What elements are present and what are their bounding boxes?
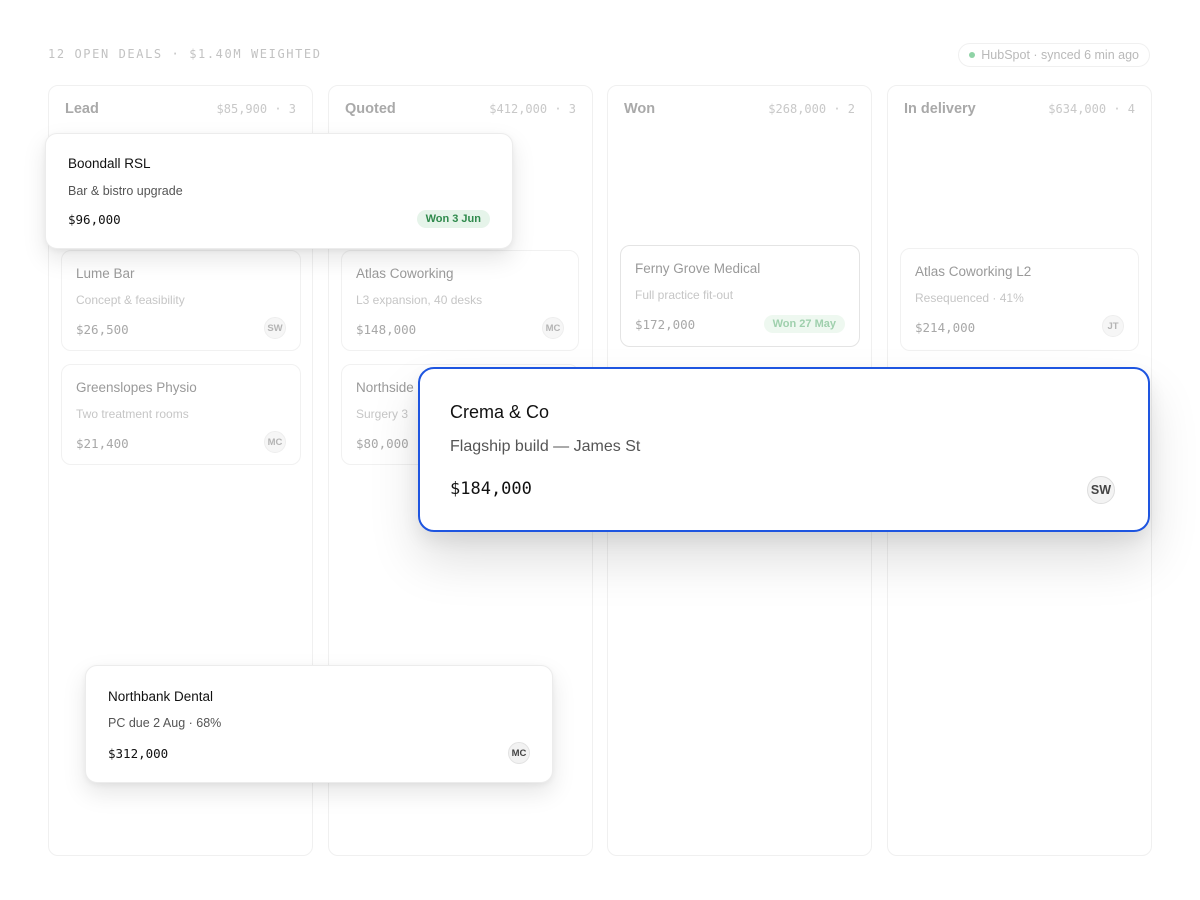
column-meta: $85,900 · 3 (216, 102, 296, 116)
deal-card[interactable]: Lume Bar Concept & feasibility $26,500 S… (61, 250, 301, 351)
owner-avatar[interactable]: MC (508, 742, 530, 764)
deal-name: Atlas Coworking L2 (915, 264, 1032, 279)
deal-description: Resequenced · 41% (915, 291, 1024, 305)
owner-avatar[interactable]: SW (1087, 476, 1115, 504)
deal-card[interactable]: Ferny Grove Medical Full practice fit-ou… (620, 245, 860, 347)
deal-description: Bar & bistro upgrade (68, 184, 183, 198)
column-meta: $634,000 · 4 (1048, 102, 1135, 116)
column-title: Lead (65, 101, 99, 117)
deal-name: Greenslopes Physio (76, 380, 197, 395)
deal-amount: $312,000 (108, 746, 169, 761)
deal-description: Concept & feasibility (76, 293, 185, 307)
deal-amount: $21,400 (76, 436, 129, 451)
sync-status-dot-icon (969, 52, 976, 58)
column-title: In delivery (904, 101, 976, 117)
deal-card[interactable]: Greenslopes Physio Two treatment rooms $… (61, 364, 301, 465)
deal-amount: $26,500 (76, 322, 129, 337)
deal-description: Full practice fit-out (635, 288, 734, 302)
won-badge: Won 3 Jun (416, 210, 490, 228)
owner-avatar[interactable]: MC (542, 317, 564, 339)
deal-description: Flagship build — James St (450, 438, 641, 455)
deal-description: Two treatment rooms (76, 407, 189, 421)
deal-card[interactable]: Atlas Coworking L3 expansion, 40 desks $… (341, 250, 579, 351)
deal-name: Northbank Dental (108, 689, 214, 704)
deal-amount: $96,000 (68, 212, 121, 227)
deal-name: Boondall RSL (68, 156, 151, 171)
deal-name: Atlas Coworking (356, 266, 454, 281)
owner-avatar[interactable]: SW (264, 317, 286, 339)
pipeline-summary: 12 OPEN DEALS · $1.40M WEIGHTED (48, 47, 322, 61)
deal-amount: $172,000 (635, 317, 696, 332)
deal-amount: $80,000 (356, 436, 409, 451)
column-title: Quoted (345, 101, 396, 117)
deal-name: Northside (356, 380, 414, 395)
deal-amount: $148,000 (356, 322, 417, 337)
owner-avatar[interactable]: JT (1102, 315, 1124, 337)
owner-avatar[interactable]: MC (264, 431, 286, 453)
dragged-deal-card[interactable]: Crema & Co Flagship build — James St $18… (418, 367, 1150, 532)
column-title: Won (624, 101, 656, 117)
deal-amount: $184,000 (450, 479, 532, 499)
deal-description: L3 expansion, 40 desks (356, 293, 483, 307)
deal-card[interactable]: Atlas Coworking L2 Resequenced · 41% $21… (900, 248, 1139, 351)
sync-status-pill[interactable]: HubSpot · synced 6 min ago (958, 43, 1150, 67)
deal-description: PC due 2 Aug · 68% (108, 716, 222, 730)
deal-name: Crema & Co (450, 402, 550, 422)
deal-description: Surgery 3 (356, 407, 409, 421)
deal-amount: $214,000 (915, 320, 976, 335)
deal-name: Lume Bar (76, 266, 135, 281)
floating-deal-card[interactable]: Northbank Dental PC due 2 Aug · 68% $312… (85, 665, 553, 783)
won-badge: Won 27 May (763, 315, 845, 333)
deal-name: Ferny Grove Medical (635, 261, 761, 276)
floating-deal-card[interactable]: Boondall RSL Bar & bistro upgrade $96,00… (45, 133, 513, 249)
column-meta: $268,000 · 2 (768, 102, 855, 116)
sync-status-text: HubSpot · synced 6 min ago (981, 48, 1139, 62)
column-meta: $412,000 · 3 (489, 102, 576, 116)
